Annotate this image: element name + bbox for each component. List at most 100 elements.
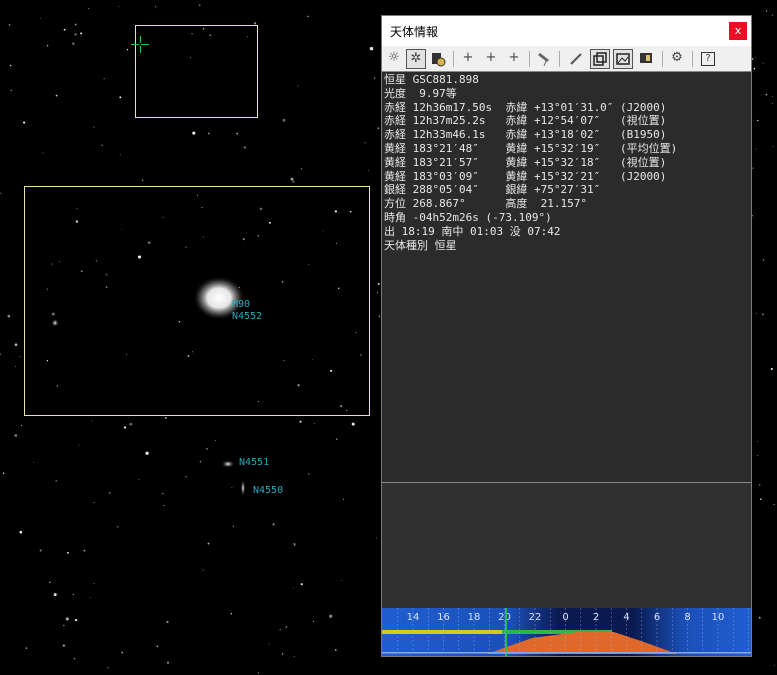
info-line-galactic: 銀経 288°05′04″ 銀緯 +75°27′31″	[384, 183, 601, 197]
background-star	[205, 447, 208, 450]
background-star	[207, 132, 210, 135]
background-star	[330, 369, 333, 372]
background-star	[103, 78, 105, 80]
timeline-hour-label: 18	[468, 612, 481, 623]
crosshair-off-icon[interactable]: +	[504, 49, 524, 69]
background-star	[93, 126, 95, 128]
window-title: 天体情報	[390, 25, 439, 39]
timeline-hour-label: 16	[437, 612, 450, 623]
background-star	[335, 649, 337, 651]
help-icon[interactable]: ?	[698, 49, 718, 69]
background-star	[257, 400, 259, 402]
background-star	[10, 89, 13, 92]
timeline-hour-label: 20	[498, 612, 511, 623]
background-star	[308, 473, 310, 475]
background-star	[279, 629, 281, 631]
window-icon[interactable]	[590, 49, 610, 69]
background-star	[346, 409, 348, 411]
object-info-text[interactable]: 恒星 GSC881.898 光度 9.97等 赤経 12h36m17.50s 赤…	[382, 71, 751, 482]
label-n4551[interactable]: N4551	[239, 457, 269, 468]
background-star	[187, 355, 190, 357]
background-star	[762, 62, 764, 64]
background-star	[105, 273, 108, 276]
background-star	[294, 544, 296, 547]
background-star	[771, 96, 773, 98]
background-star	[307, 15, 309, 18]
background-star	[762, 259, 765, 261]
background-star	[322, 230, 324, 232]
background-star	[766, 10, 768, 12]
timeline-hour-label: 6	[654, 612, 660, 623]
background-star	[755, 313, 757, 314]
altitude-timeline[interactable]: 14 16 18 20 22 0 2 4 6 8 10	[382, 608, 751, 656]
background-star	[56, 385, 59, 387]
background-star	[254, 22, 257, 25]
timeline-hour-label: 4	[623, 612, 629, 623]
background-star	[198, 4, 201, 7]
background-star	[364, 141, 366, 144]
background-star	[0, 353, 1, 355]
background-star	[360, 354, 362, 356]
background-star	[758, 484, 761, 486]
background-star	[243, 146, 247, 149]
toolbar-separator	[662, 51, 663, 67]
background-star	[755, 148, 757, 150]
title-bar[interactable]: 天体情報 x	[382, 16, 751, 46]
background-star	[119, 154, 121, 156]
background-star	[74, 618, 78, 622]
timeline-hour-label: 14	[407, 612, 420, 623]
background-star	[242, 237, 245, 241]
background-star	[351, 422, 355, 426]
background-star	[101, 144, 103, 146]
background-star	[89, 597, 91, 599]
background-star	[292, 180, 295, 183]
label-n4550[interactable]: N4550	[253, 485, 283, 496]
galaxy-small[interactable]	[51, 319, 59, 327]
background-star	[756, 441, 758, 442]
background-star	[129, 422, 133, 426]
background-star	[199, 460, 202, 463]
background-star	[105, 286, 108, 288]
background-star	[300, 583, 303, 586]
sun-icon[interactable]: ☼	[384, 49, 404, 69]
background-star	[51, 312, 55, 316]
background-star	[162, 216, 164, 218]
background-star	[202, 236, 204, 238]
galaxy-n4550[interactable]	[240, 479, 246, 497]
image-preview-area	[382, 482, 751, 608]
background-star	[88, 7, 90, 9]
background-star	[308, 263, 310, 265]
objects-icon[interactable]	[428, 49, 448, 69]
background-star	[78, 444, 80, 446]
crosshair-icon[interactable]: +	[458, 49, 478, 69]
timeline-hour-label: 22	[529, 612, 542, 623]
galaxy-n4551[interactable]	[221, 460, 235, 468]
background-star	[166, 661, 170, 664]
background-star	[281, 281, 284, 283]
background-star	[109, 492, 111, 494]
background-star	[329, 614, 333, 618]
background-star	[74, 23, 77, 26]
background-star	[107, 667, 109, 669]
crosshair-lock-icon[interactable]: +	[481, 49, 501, 69]
image-icon[interactable]	[613, 49, 633, 69]
label-m90[interactable]: M90	[232, 299, 250, 310]
background-star	[771, 102, 773, 104]
label-n4552[interactable]: N4552	[232, 311, 262, 322]
background-star	[8, 24, 11, 26]
close-button[interactable]: x	[729, 22, 747, 40]
background-star	[192, 131, 196, 135]
background-star	[349, 210, 352, 213]
background-star	[49, 581, 51, 583]
pencil-icon[interactable]	[566, 49, 586, 69]
background-star	[297, 85, 299, 87]
background-star	[282, 118, 286, 122]
info-line-object-type: 天体種別 恒星	[384, 238, 457, 252]
background-star	[207, 542, 210, 545]
background-star	[311, 359, 313, 361]
timeline-hour-label: 10	[712, 612, 725, 623]
list-icon[interactable]	[636, 49, 656, 69]
telescope-icon[interactable]	[534, 49, 554, 69]
star-icon[interactable]: ✲	[406, 49, 426, 69]
gear-icon[interactable]: ⚙	[667, 49, 687, 69]
